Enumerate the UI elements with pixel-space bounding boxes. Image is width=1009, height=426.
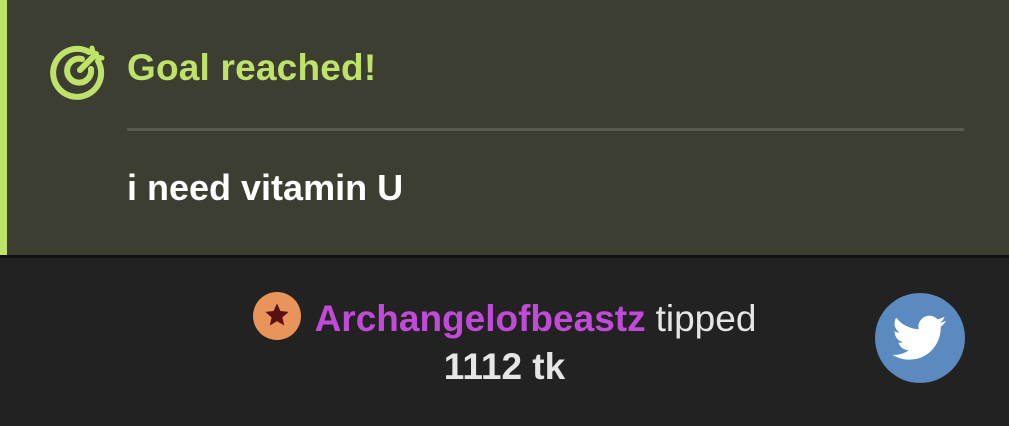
twitter-icon <box>893 315 947 360</box>
tip-notification: Archangelofbeastz tipped 1112 tk <box>0 258 1009 426</box>
tip-line: Archangelofbeastz tipped <box>0 292 1009 341</box>
twitter-share-button[interactable] <box>875 293 965 383</box>
tip-amount: 1112 tk <box>443 346 566 387</box>
tip-action-text: tipped <box>655 298 757 339</box>
tipper-username[interactable]: Archangelofbeastz <box>315 298 646 339</box>
goal-message: i need vitamin U <box>127 167 404 208</box>
goal-title: Goal reached! <box>127 47 377 88</box>
notification-card: Goal reached! i need vitamin U Archangel… <box>0 0 1009 426</box>
goal-divider <box>127 128 964 131</box>
star-badge-icon <box>252 292 301 340</box>
goal-panel: Goal reached! i need vitamin U <box>0 0 1009 255</box>
target-arrow-icon <box>50 40 110 100</box>
